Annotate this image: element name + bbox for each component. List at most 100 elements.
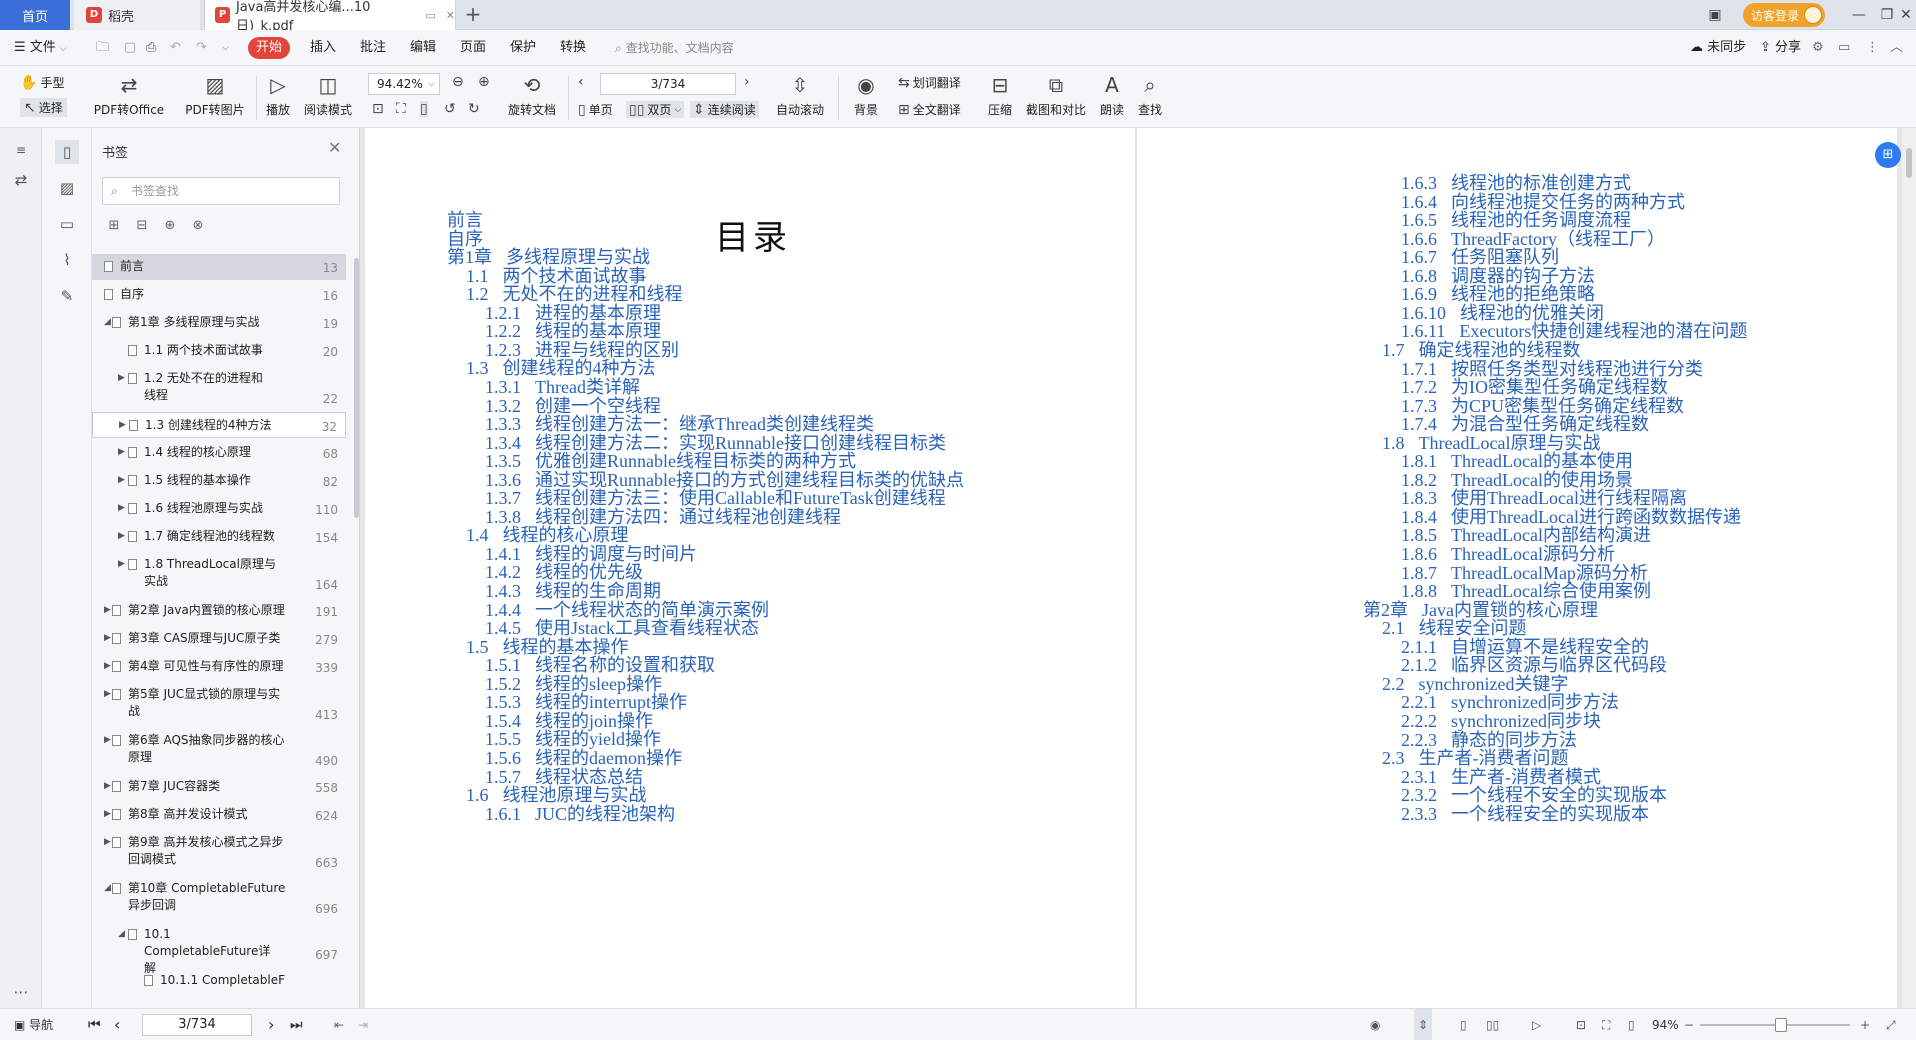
bookmark-item[interactable]: ▶ 1.4 线程的核心原理 68 bbox=[92, 440, 346, 466]
attachment-icon[interactable]: ⌇ bbox=[55, 248, 79, 272]
bookmark-item[interactable]: ▶ 1.6 线程池原理与实战 110 bbox=[92, 496, 346, 522]
bookmark-item[interactable]: ▶ 第6章 AQS抽象同步器的核心原理 490 bbox=[92, 728, 346, 772]
double-status-icon[interactable]: ▯▯ bbox=[1486, 1009, 1499, 1040]
expand-arrow-icon[interactable]: ▶ bbox=[104, 837, 111, 847]
prev-page-status-button[interactable]: ‹ bbox=[114, 1009, 120, 1040]
fit-page-button[interactable]: ⛶ bbox=[396, 101, 406, 117]
word-translate-button[interactable]: ⇆ 划词翻译 bbox=[898, 74, 961, 91]
expand-arrow-icon[interactable]: ▶ bbox=[104, 781, 111, 791]
comment-panel-icon[interactable]: ▭ bbox=[55, 212, 79, 236]
bookmark-search-input[interactable]: ⌕ 书签查找 bbox=[102, 177, 340, 205]
menu-insert[interactable]: 插入 bbox=[310, 30, 336, 66]
collapse-rail-icon[interactable]: ≡ bbox=[9, 138, 33, 162]
expand-arrow-icon[interactable]: ▶ bbox=[118, 447, 125, 457]
expand-arrow-icon[interactable]: ▶ bbox=[118, 531, 125, 541]
last-page-button[interactable]: ⏭ bbox=[290, 1009, 303, 1040]
zoom-in-button[interactable]: ⊕ bbox=[478, 74, 490, 90]
scrollbar-thumb[interactable] bbox=[1906, 148, 1912, 178]
feature-search-input[interactable]: ⌕ 查找功能、文档内容 bbox=[615, 30, 734, 66]
document-scrollbar[interactable] bbox=[1902, 128, 1916, 1008]
page-number-input[interactable]: 3/734 bbox=[600, 73, 736, 95]
actual-size-status-icon[interactable]: ⊡ bbox=[1576, 1009, 1586, 1040]
bookmark-item[interactable]: ◢ 第10章 CompletableFuture异步回调 696 bbox=[92, 876, 346, 920]
bookmark-item[interactable]: 前言 13 bbox=[92, 254, 346, 280]
expand-arrow-icon[interactable]: ▶ bbox=[119, 420, 126, 430]
bookmark-item[interactable]: 自序 16 bbox=[92, 282, 346, 308]
read-aloud-button[interactable]: A 朗读 bbox=[1096, 72, 1128, 118]
zoom-out-status-icon[interactable]: − bbox=[1684, 1009, 1694, 1040]
expand-arrow-icon[interactable]: ▶ bbox=[104, 689, 111, 699]
layout-icon[interactable]: ▣ bbox=[1702, 4, 1728, 26]
zoom-slider-handle[interactable] bbox=[1775, 1018, 1787, 1032]
collapse-arrow-icon[interactable]: ◢ bbox=[104, 317, 111, 327]
bookmark-item[interactable]: ▶ 1.5 线程的基本操作 82 bbox=[92, 468, 346, 494]
expand-arrow-icon[interactable]: ▶ bbox=[104, 661, 111, 671]
expand-arrow-icon[interactable]: ▶ bbox=[118, 475, 125, 485]
prev-page-button[interactable]: ‹ bbox=[578, 74, 584, 90]
menu-edit[interactable]: 编辑 bbox=[410, 30, 436, 66]
fit-width-status-icon[interactable]: ▯ bbox=[1628, 1009, 1635, 1040]
bookmark-item[interactable]: ▶ 第3章 CAS原理与JUC原子类 279 bbox=[92, 626, 346, 652]
menu-page[interactable]: 页面 bbox=[460, 30, 486, 66]
pdf-to-image-button[interactable]: ▨ PDF转图片 bbox=[182, 72, 248, 118]
bookmark-item[interactable]: ▶ 第7章 JUC容器类 558 bbox=[92, 774, 346, 800]
expand-arrow-icon[interactable]: ▶ bbox=[104, 735, 111, 745]
read-mode-button[interactable]: ◫ 阅读模式 bbox=[300, 72, 356, 118]
collapse-ribbon-icon[interactable]: ︿ bbox=[1890, 30, 1903, 66]
save-icon[interactable]: ▢ bbox=[124, 30, 136, 66]
bookmark-item[interactable]: ▶ 1.3 创建线程的4种方法 32 bbox=[92, 412, 346, 438]
collapse-arrow-icon[interactable]: ◢ bbox=[104, 883, 111, 893]
menu-annotate[interactable]: 批注 bbox=[360, 30, 386, 66]
open-folder-icon[interactable]: 🗀 bbox=[96, 30, 109, 66]
single-status-icon[interactable]: ▯ bbox=[1460, 1009, 1467, 1040]
bookmark-item[interactable]: ▶ 第2章 Java内置锁的核心原理 191 bbox=[92, 598, 346, 624]
file-menu[interactable]: ☰ 文件 ⌵ bbox=[14, 30, 67, 66]
new-tab-button[interactable]: + bbox=[462, 4, 484, 26]
status-page-input[interactable]: 3/734 bbox=[142, 1014, 252, 1036]
expand-arrow-icon[interactable]: ▶ bbox=[118, 559, 125, 569]
toc-entry[interactable]: 2.3.3 一个线程安全的实现版本 bbox=[1401, 803, 1649, 825]
play-status-icon[interactable]: ▷ bbox=[1532, 1009, 1541, 1040]
sync-button[interactable]: ☁ 未同步 bbox=[1690, 30, 1746, 66]
undo-icon[interactable]: ↶ bbox=[170, 30, 181, 66]
collapse-all-icon[interactable]: ⊟ bbox=[134, 218, 150, 234]
window-close-icon[interactable]: ✕ bbox=[1893, 4, 1916, 26]
background-button[interactable]: ◉ 背景 bbox=[846, 72, 886, 118]
continuous-status-icon[interactable]: ⇕ bbox=[1414, 1009, 1433, 1040]
eye-mode-icon[interactable]: ◉ bbox=[1370, 1009, 1380, 1040]
bookmark-item[interactable]: ▶ 第4章 可见性与有序性的原理 339 bbox=[92, 654, 346, 680]
more-dots-icon[interactable]: ⋯ bbox=[9, 980, 33, 1004]
toc-entry[interactable]: 1.6.1 JUC的线程池架构 bbox=[485, 803, 675, 825]
menu-protect[interactable]: 保护 bbox=[510, 30, 536, 66]
nav-toggle-button[interactable]: ▣ 导航 bbox=[14, 1009, 53, 1040]
visitor-login-button[interactable]: 访客登录 bbox=[1743, 3, 1825, 27]
print-icon[interactable]: ⎙ bbox=[146, 30, 156, 66]
floating-assistant-icon[interactable]: ⊞ bbox=[1875, 142, 1901, 168]
expand-arrow-icon[interactable]: ▶ bbox=[104, 633, 111, 643]
back-icon[interactable]: ⇤ bbox=[334, 1009, 344, 1040]
bookmark-item[interactable]: 1.1 两个技术面试故事 20 bbox=[92, 338, 346, 364]
next-page-status-button[interactable]: › bbox=[268, 1009, 274, 1040]
expand-arrow-icon[interactable]: ▶ bbox=[104, 809, 111, 819]
zoom-out-button[interactable]: ⊖ bbox=[452, 74, 464, 90]
zoom-in-status-icon[interactable]: + bbox=[1860, 1009, 1870, 1040]
compress-button[interactable]: ⊟ 压缩 bbox=[984, 72, 1016, 118]
hand-tool-button[interactable]: ✋ 手型 bbox=[20, 74, 64, 91]
screenshot-compare-button[interactable]: ⧉ 截图和对比 bbox=[1024, 72, 1088, 118]
bookmark-item[interactable]: ◢ 第1章 多线程原理与实战 19 bbox=[92, 310, 346, 336]
fit-width-button[interactable]: ▯ bbox=[420, 101, 428, 117]
add-bookmark-icon[interactable]: ⊕ bbox=[162, 218, 178, 234]
settings-icon[interactable]: ⚙ bbox=[1812, 30, 1824, 66]
auto-scroll-button[interactable]: ⇳ 自动滚动 bbox=[770, 72, 830, 118]
delete-bookmark-icon[interactable]: ⊗ bbox=[190, 218, 206, 234]
rotate-right-button[interactable]: ↻ bbox=[468, 101, 480, 117]
tab-daoke[interactable]: D 稻壳 bbox=[74, 0, 200, 30]
share-button[interactable]: ⇪ 分享 bbox=[1760, 30, 1801, 66]
actual-size-button[interactable]: ⊡ bbox=[372, 101, 384, 117]
fit-page-status-icon[interactable]: ⛶ bbox=[1602, 1009, 1610, 1040]
fullscreen-icon[interactable]: ⤢ bbox=[1886, 1009, 1896, 1040]
double-page-button[interactable]: ▯▯ 双页 ⌵ bbox=[626, 101, 685, 118]
full-translate-button[interactable]: ⊞ 全文翻译 bbox=[898, 101, 961, 118]
comment-icon[interactable]: ▭ bbox=[1838, 30, 1850, 66]
more-chevron-icon[interactable]: ⌵ bbox=[222, 30, 229, 66]
